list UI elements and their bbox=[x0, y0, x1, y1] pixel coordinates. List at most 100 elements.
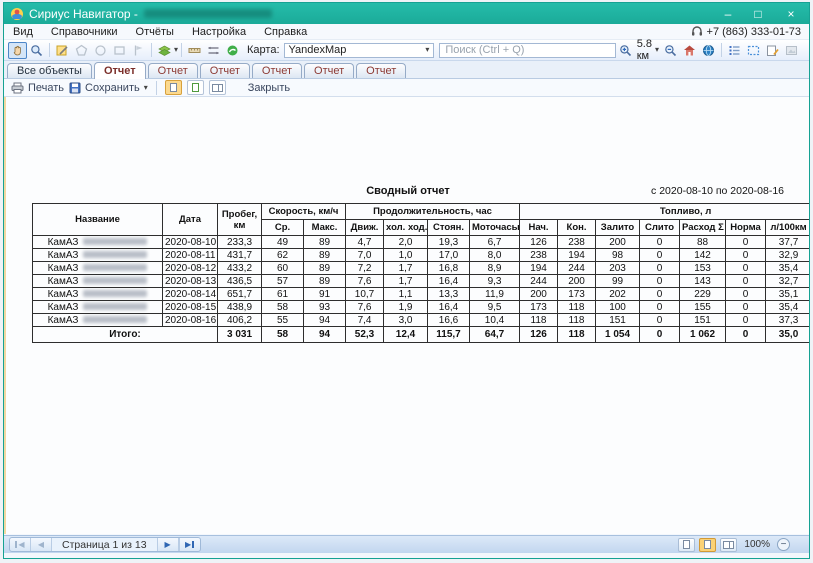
layers-button[interactable] bbox=[155, 42, 174, 59]
print-label: Печать bbox=[28, 82, 64, 94]
total-value-cell: 1 062 bbox=[680, 327, 726, 343]
save-dropdown-caret[interactable]: ▾ bbox=[144, 84, 148, 92]
save-label: Сохранить bbox=[85, 82, 140, 94]
value-cell: 155 bbox=[680, 301, 726, 314]
value-cell: 238 bbox=[520, 249, 558, 262]
value-cell: 16,8 bbox=[428, 262, 470, 275]
tab-report-5[interactable]: Отчет bbox=[304, 63, 354, 78]
map-scale-select[interactable]: 5.8 км ▾ bbox=[635, 38, 661, 62]
zoom-tool-button[interactable] bbox=[27, 42, 46, 59]
draw-circle-button[interactable] bbox=[91, 42, 110, 59]
last-page-button[interactable]: ▶ bbox=[179, 538, 200, 551]
maximize-button[interactable]: □ bbox=[743, 3, 773, 24]
select-area-button[interactable] bbox=[744, 42, 763, 59]
map-edit-button[interactable] bbox=[53, 42, 72, 59]
home-button[interactable] bbox=[680, 42, 699, 59]
column-header: Движ. bbox=[346, 220, 384, 236]
route-button[interactable] bbox=[223, 42, 242, 59]
value-cell: 98 bbox=[596, 249, 640, 262]
menu-item-2[interactable]: Отчёты bbox=[127, 26, 183, 38]
draw-polygon-button[interactable] bbox=[72, 42, 91, 59]
zoom-out-slider-button[interactable]: − bbox=[777, 538, 790, 551]
prev-page-button[interactable]: ◀ bbox=[31, 538, 52, 551]
date-cell: 2020-08-12 bbox=[163, 262, 218, 275]
total-value-cell: 0 bbox=[726, 327, 766, 343]
table-row: КамАЗ2020-08-13436,557897,61,716,49,3244… bbox=[33, 275, 810, 288]
column-group-header: Дата bbox=[163, 204, 218, 236]
map-provider-value: YandexMap bbox=[289, 44, 347, 56]
headset-icon bbox=[691, 26, 703, 37]
redacted-plate bbox=[83, 238, 147, 245]
tab-all-objects[interactable]: Все объекты bbox=[7, 63, 92, 78]
value-cell: 8,9 bbox=[470, 262, 520, 275]
value-cell: 0 bbox=[726, 236, 766, 249]
chevron-down-icon: ▾ bbox=[425, 46, 429, 54]
tab-report-2[interactable]: Отчет bbox=[148, 63, 198, 78]
view-fit-page-button[interactable] bbox=[187, 80, 204, 95]
legend-list-button[interactable] bbox=[725, 42, 744, 59]
image-button[interactable] bbox=[782, 42, 801, 59]
map-provider-select[interactable]: YandexMap ▾ bbox=[284, 43, 435, 58]
first-page-button[interactable]: ◀ bbox=[10, 538, 31, 551]
value-cell: 17,0 bbox=[428, 249, 470, 262]
layers-dropdown-caret[interactable]: ▾ bbox=[174, 46, 178, 54]
value-cell: 19,3 bbox=[428, 236, 470, 249]
value-cell: 200 bbox=[596, 236, 640, 249]
menu-item-3[interactable]: Настройка bbox=[183, 26, 255, 38]
notes-button[interactable] bbox=[763, 42, 782, 59]
pan-tool-button[interactable] bbox=[8, 42, 27, 59]
print-button[interactable]: Печать bbox=[11, 82, 64, 94]
redacted-plate bbox=[83, 251, 147, 258]
column-header: хол. ход. bbox=[384, 220, 428, 236]
view-single-page-button[interactable] bbox=[165, 80, 182, 95]
next-page-button[interactable]: ▶ bbox=[158, 538, 179, 551]
close-report-button[interactable]: Закрыть bbox=[248, 82, 290, 94]
zoom-in-button[interactable] bbox=[616, 42, 635, 59]
total-value-cell: 3 031 bbox=[218, 327, 262, 343]
globe-button[interactable] bbox=[699, 42, 718, 59]
menu-item-0[interactable]: Вид bbox=[4, 26, 42, 38]
value-cell: 651,7 bbox=[218, 288, 262, 301]
draw-rectangle-button[interactable] bbox=[110, 42, 129, 59]
search-input[interactable]: Поиск (Ctrl + Q) bbox=[439, 43, 615, 58]
toolbar-right-group: 5.8 км ▾ bbox=[616, 38, 805, 62]
map-scale-value: 5.8 км bbox=[637, 38, 652, 62]
menu-item-1[interactable]: Справочники bbox=[42, 26, 127, 38]
tab-report-4[interactable]: Отчет bbox=[252, 63, 302, 78]
tab-report-3[interactable]: Отчет bbox=[200, 63, 250, 78]
menu-item-4[interactable]: Справка bbox=[255, 26, 316, 38]
add-flag-button[interactable] bbox=[129, 42, 148, 59]
table-total-row: Итого:3 031589452,312,4115,764,71261181 … bbox=[33, 327, 810, 343]
view-mode-single-button[interactable] bbox=[678, 538, 695, 552]
value-cell: 233,3 bbox=[218, 236, 262, 249]
close-button[interactable]: × bbox=[773, 3, 809, 24]
tab-report-1[interactable]: Отчет bbox=[94, 62, 146, 79]
column-header: л/100км bbox=[766, 220, 809, 236]
view-mode-fit-button[interactable] bbox=[699, 538, 716, 552]
save-icon bbox=[69, 82, 81, 94]
value-cell: 200 bbox=[558, 275, 596, 288]
column-group-header: Скорость, км/ч bbox=[262, 204, 346, 220]
column-header: Моточасы bbox=[470, 220, 520, 236]
ruler-button[interactable] bbox=[185, 42, 204, 59]
view-mode-two-button[interactable] bbox=[720, 538, 737, 552]
total-value-cell: 58 bbox=[262, 327, 304, 343]
value-cell: 6,7 bbox=[470, 236, 520, 249]
value-cell: 7,2 bbox=[346, 262, 384, 275]
zoom-out-button[interactable] bbox=[661, 42, 680, 59]
value-cell: 0 bbox=[726, 314, 766, 327]
value-cell: 16,4 bbox=[428, 301, 470, 314]
single-page-icon bbox=[683, 540, 690, 549]
window-controls: – □ × bbox=[713, 3, 809, 24]
tab-report-6[interactable]: Отчет bbox=[356, 63, 406, 78]
minimize-button[interactable]: – bbox=[713, 3, 743, 24]
value-cell: 10,4 bbox=[470, 314, 520, 327]
value-cell: 16,4 bbox=[428, 275, 470, 288]
value-cell: 88 bbox=[680, 236, 726, 249]
value-cell: 151 bbox=[680, 314, 726, 327]
value-cell: 200 bbox=[520, 288, 558, 301]
redacted-company-name bbox=[144, 9, 272, 18]
measure-distance-button[interactable] bbox=[204, 42, 223, 59]
save-button[interactable]: Сохранить ▾ bbox=[69, 82, 148, 94]
view-two-pages-button[interactable] bbox=[209, 80, 226, 95]
